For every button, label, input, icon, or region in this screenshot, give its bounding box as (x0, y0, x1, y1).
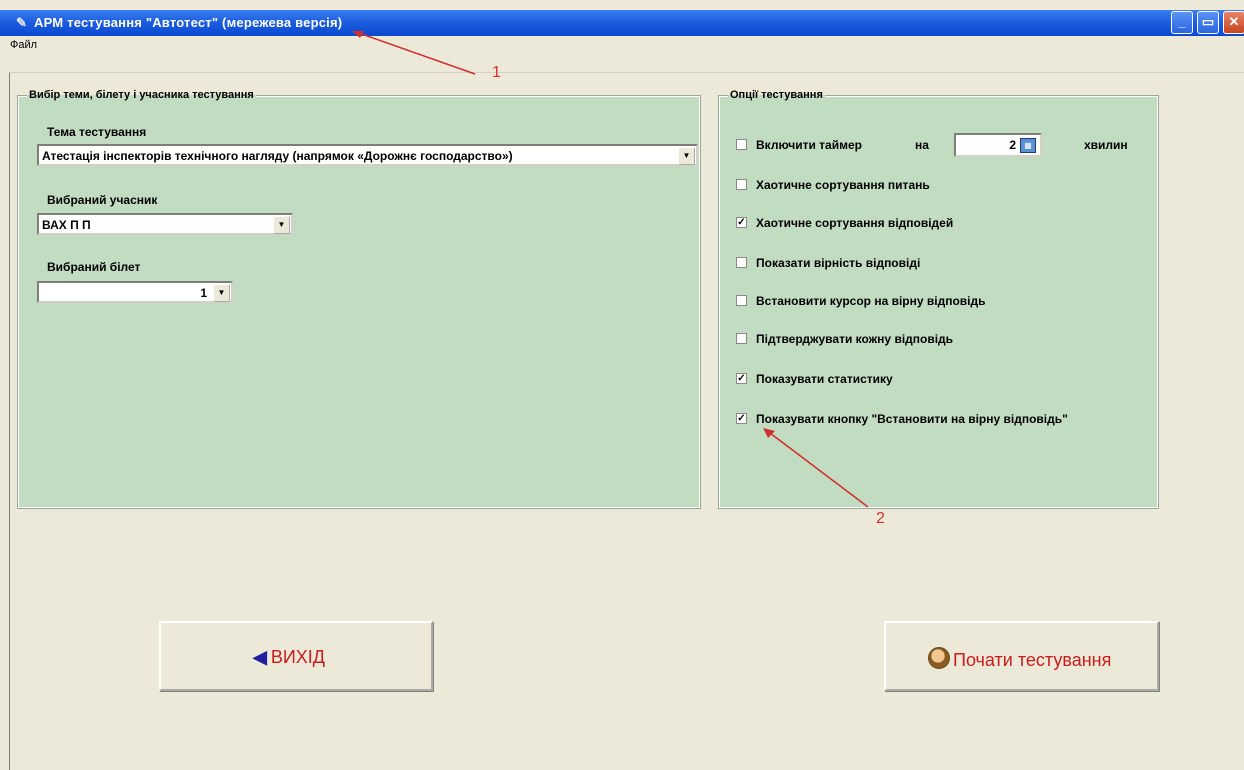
annotation-overlay (352, 31, 869, 508)
annotation-arrow-2 (765, 429, 869, 508)
annotation-label-1: 1 (492, 64, 501, 81)
arrowhead-icon (763, 428, 775, 438)
annotation-arrow-1 (355, 31, 476, 75)
annotation-label-2: 2 (876, 510, 885, 527)
